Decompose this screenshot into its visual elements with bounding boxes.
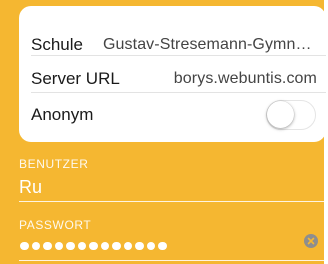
toggle-knob <box>267 101 294 128</box>
clear-x-glyph <box>307 237 315 245</box>
password-dot <box>77 241 86 251</box>
password-dot <box>66 241 75 251</box>
school-value: Gustav-Stresemann-Gymnasium <box>103 36 318 53</box>
username-label: BENUTZER <box>19 157 89 171</box>
clear-icon[interactable] <box>304 234 318 248</box>
server-url-value: borys.webuntis.com <box>173 70 317 87</box>
row-divider <box>31 92 326 93</box>
password-dot <box>20 241 29 251</box>
connection-settings-card: Schule Gustav-Stresemann-Gymnasium Serve… <box>19 6 326 142</box>
password-dot <box>135 241 144 251</box>
school-label: Schule <box>31 35 83 54</box>
password-dot <box>158 241 167 251</box>
password-dot <box>54 241 63 251</box>
password-dot <box>89 241 98 251</box>
password-underline <box>19 260 324 261</box>
password-dot <box>123 241 132 251</box>
anonymous-toggle[interactable] <box>266 100 316 130</box>
row-divider <box>31 55 326 56</box>
password-dot <box>31 241 40 251</box>
anonymous-label: Anonym <box>31 105 94 124</box>
password-dot <box>43 241 52 251</box>
password-input[interactable] <box>20 240 167 252</box>
server-url-label: Server URL <box>31 69 120 88</box>
password-dot <box>112 241 121 251</box>
login-screen: { "settings": { "school_label": "Schule"… <box>0 0 328 264</box>
anonymous-row: Anonym <box>19 95 326 135</box>
username-input[interactable]: Ru <box>19 177 42 198</box>
password-dot <box>146 241 155 251</box>
password-dot <box>100 241 109 251</box>
server-url-row[interactable]: Server URL borys.webuntis.com <box>19 59 326 99</box>
password-label: PASSWORT <box>19 218 92 232</box>
username-underline <box>19 201 324 202</box>
